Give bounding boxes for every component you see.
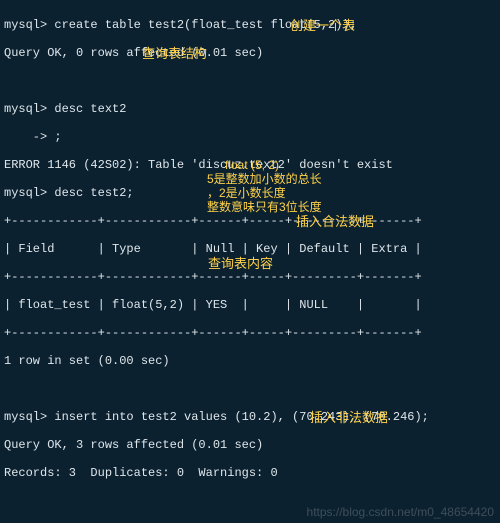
annotation-insert-ok: 插入合法数据 [296,214,374,230]
table-border: +------------+------------+------+-----+… [4,326,500,340]
table-header: | Field | Type | Null | Key | Default | … [4,242,500,256]
sql-line: mysql> insert into test2 values (10.2), … [4,410,500,424]
continuation-line: -> ; [4,130,500,144]
blank-line [4,74,500,88]
table-row: | float_test | float(5,2) | YES | | NULL… [4,298,500,312]
result-line: Query OK, 3 rows affected (0.01 sec) [4,438,500,452]
annotation-create-table: 创建一个表 [290,18,355,34]
table-border: +------------+------------+------+-----+… [4,270,500,284]
annotation-float-note3: 整数意味只有3位长度 [207,200,322,214]
blank-line [4,382,500,396]
annotation-float-note2: ，2是小数长度 [207,186,286,200]
sql-line: mysql> create table test2(float_test flo… [4,18,500,32]
annotation-desc-struct: 查询表结构 [142,46,207,62]
sql-line: mysql> desc text2 [4,102,500,116]
result-line: Query OK, 0 rows affected (0.01 sec) [4,46,500,60]
annotation-float-note1: 5是整数加小数的总长 [207,172,322,186]
result-line: Records: 3 Duplicates: 0 Warnings: 0 [4,466,500,480]
result-line: 1 row in set (0.00 sec) [4,354,500,368]
annotation-select-all: 查询表内容 [208,256,273,272]
annotation-insert-bad: 插入非法数据 [310,410,388,426]
table-border: +------------+------------+------+-----+… [4,214,500,228]
watermark: https://blog.csdn.net/m0_48654420 [307,505,494,519]
annotation-float-spec: float (5, 2) [225,158,279,172]
